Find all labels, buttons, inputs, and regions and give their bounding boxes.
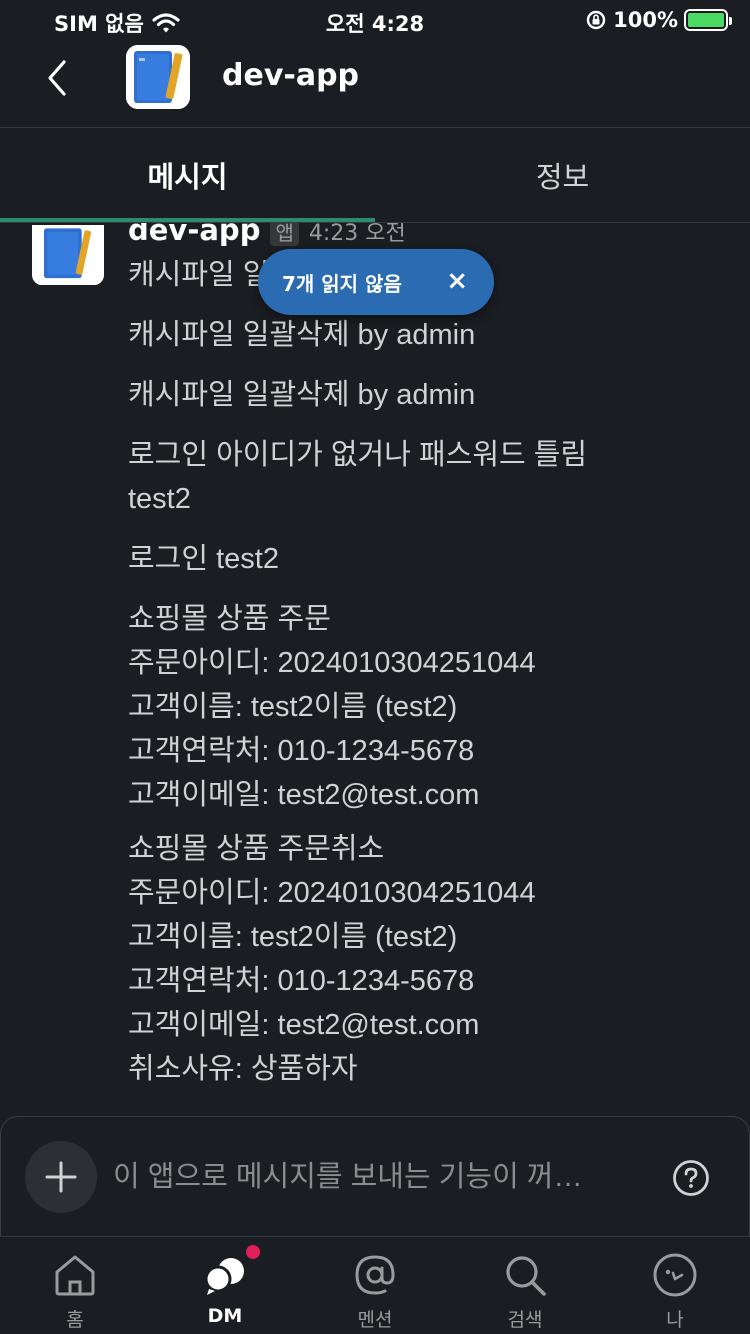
message-line: 캐시파일 일괄삭제 by admin: [128, 379, 476, 411]
rotation-lock-icon: [586, 10, 606, 30]
tab-search-label: 검색: [507, 1309, 543, 1331]
tab-mentions-label: 멘션: [357, 1309, 393, 1331]
message-list[interactable]: dev-app 앱 4:23 오전 캐시파일 일괄삭제 by admin 캐시파…: [0, 223, 750, 1118]
tab-dm-label: DM: [207, 1305, 243, 1327]
close-icon[interactable]: ×: [446, 267, 468, 295]
message-body: 캐시파일 일괄삭제 by admin 캐시파일 일괄삭제 by admin 캐시…: [128, 253, 728, 1107]
help-icon[interactable]: [672, 1159, 710, 1197]
add-attachment-button[interactable]: [25, 1141, 97, 1213]
message-line: 로그인 test2: [128, 543, 279, 575]
message-line: 캐시파일 일괄삭제 by admin: [128, 319, 476, 351]
channel-title: dev-app: [222, 58, 360, 93]
message-sender[interactable]: dev-app: [128, 223, 260, 247]
blue-notebook-icon: [37, 225, 99, 285]
tab-home[interactable]: 홈: [0, 1237, 150, 1334]
channel-header: dev-app: [0, 42, 750, 128]
message-input[interactable]: [113, 1155, 643, 1199]
battery-percent: 100%: [613, 8, 678, 32]
message-line: 로그인 아이디가 없거나 패스워드 틀림 test2: [128, 439, 588, 515]
battery-icon: [684, 9, 732, 31]
blue-notebook-icon: [126, 45, 190, 109]
tab-messages[interactable]: 메시지: [0, 128, 375, 222]
dm-notification-dot: [246, 1245, 260, 1259]
tab-home-label: 홈: [66, 1309, 84, 1331]
message-line: 쇼핑몰 상품 주문 주문아이디: 2024010304251044 고객이름: …: [128, 603, 536, 811]
unread-pill-label: 7개 읽지 않음: [282, 271, 402, 296]
message-line: 쇼핑몰 상품 주문취소 주문아이디: 2024010304251044 고객이름…: [128, 833, 536, 1085]
back-button[interactable]: [40, 56, 80, 100]
plus-icon: [45, 1161, 77, 1193]
tab-mentions[interactable]: 멘션: [300, 1237, 450, 1334]
message-time: 4:23 오전: [308, 223, 406, 246]
status-right: 100%: [585, 8, 732, 32]
screen: SIM 없음 오전 4:28 100% dev-app 메시지 정보 dev-a…: [0, 0, 750, 1334]
tab-profile-label: 나: [666, 1309, 684, 1331]
at-sign-icon: [355, 1255, 395, 1295]
message-header: dev-app 앱 4:23 오전: [128, 223, 406, 247]
message-composer: [0, 1116, 750, 1236]
tab-profile[interactable]: 나: [600, 1237, 750, 1334]
dm-icon: [204, 1258, 244, 1295]
tab-info[interactable]: 정보: [375, 128, 750, 222]
profile-icon: [653, 1253, 697, 1297]
unread-messages-pill[interactable]: 7개 읽지 않음 ×: [258, 249, 494, 315]
home-icon: [55, 1255, 95, 1296]
app-avatar[interactable]: [126, 45, 190, 109]
tab-dm[interactable]: DM: [150, 1237, 300, 1334]
message-avatar[interactable]: [32, 225, 104, 285]
status-bar: SIM 없음 오전 4:28 100%: [0, 0, 750, 42]
channel-tabs: 메시지 정보: [0, 128, 750, 223]
bottom-tab-bar: 홈 DM 멘션 검색 나: [0, 1236, 750, 1334]
battery-fill: [688, 13, 724, 27]
tab-search[interactable]: 검색: [450, 1237, 600, 1334]
app-badge: 앱: [270, 223, 299, 246]
search-icon: [506, 1256, 546, 1296]
